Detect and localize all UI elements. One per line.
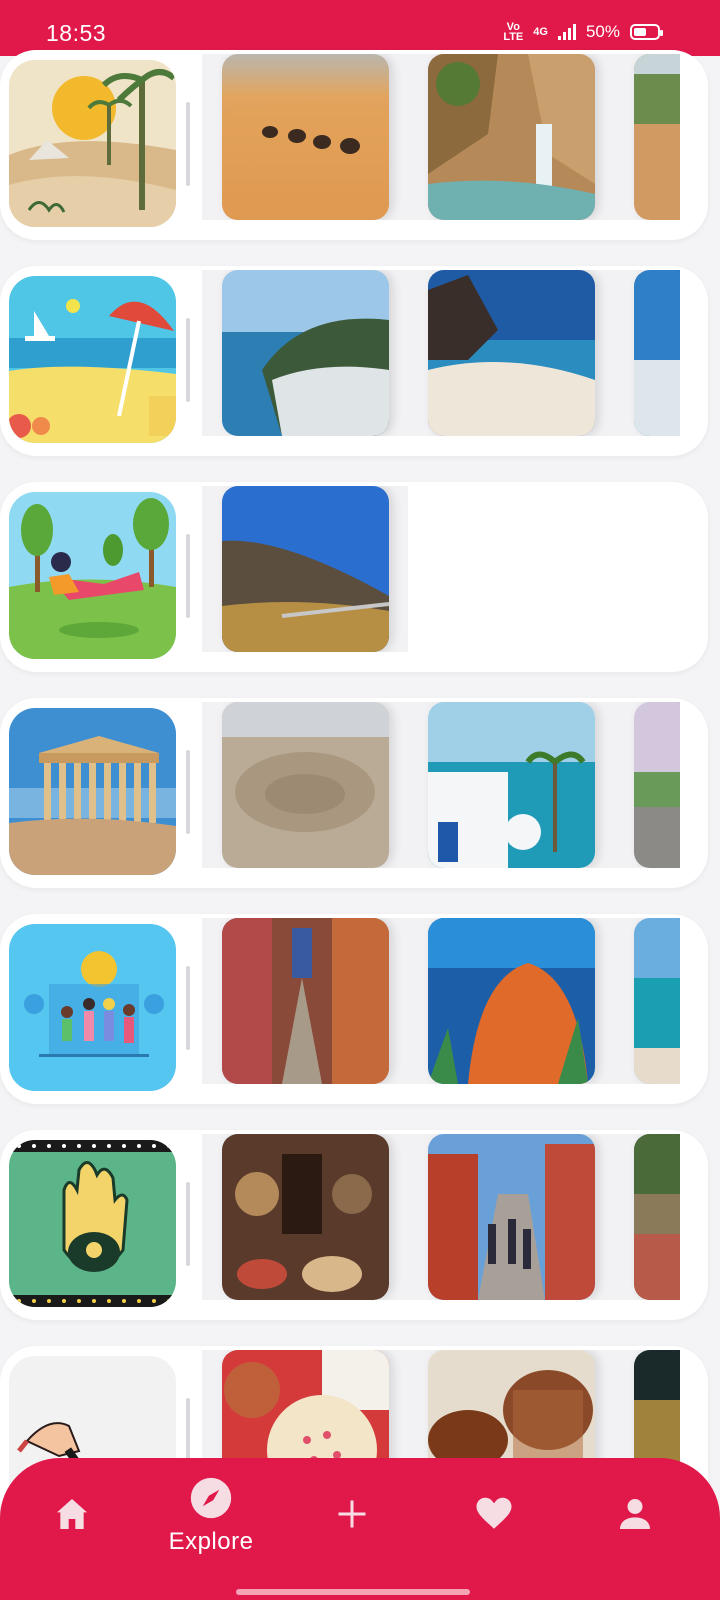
nav-favorites[interactable] [434, 1458, 554, 1600]
card-divider [186, 534, 190, 618]
battery-text: 50% [585, 22, 620, 41]
status-bar: 18:53 Vo LTE 4G 50% [0, 0, 720, 56]
card-divider [186, 966, 190, 1050]
nav-profile[interactable] [575, 1458, 695, 1600]
nav-explore-label: Explore [168, 1528, 254, 1555]
beach-category-image[interactable] [9, 276, 176, 443]
photo-strip[interactable] [202, 1134, 680, 1300]
coral-reef-photo[interactable] [428, 918, 595, 1084]
battery-icon [630, 24, 663, 40]
beach-rock-photo[interactable] [428, 270, 595, 436]
category-card[interactable] [0, 698, 708, 888]
oasis-photo[interactable] [634, 54, 680, 220]
market-street-photo[interactable] [428, 1134, 595, 1300]
waterfall-photo[interactable] [428, 54, 595, 220]
sea-photo[interactable] [634, 918, 680, 1084]
home-icon [57, 1499, 87, 1529]
category-card[interactable] [0, 266, 708, 456]
activities-category-image[interactable] [9, 924, 176, 1091]
category-card[interactable] [0, 914, 708, 1104]
status-time: 18:53 [46, 20, 107, 46]
card-divider [186, 1182, 190, 1266]
photo-strip[interactable] [202, 54, 680, 220]
plus-icon [338, 1500, 366, 1528]
network-type: 4G [533, 26, 548, 38]
photo-strip[interactable] [202, 270, 680, 436]
desert-category-image[interactable] [9, 60, 176, 227]
bazaar-photo[interactable] [634, 1134, 680, 1300]
category-card[interactable] [0, 482, 708, 672]
mountain-valley-photo[interactable] [222, 486, 389, 652]
nav-home[interactable] [12, 1458, 132, 1600]
volte-indicator: Vo LTE [503, 21, 524, 43]
desert-photo[interactable] [222, 54, 389, 220]
history-category-image[interactable] [9, 708, 176, 875]
compass-icon [190, 1477, 232, 1519]
souk-photo[interactable] [222, 918, 389, 1084]
shore-photo[interactable] [634, 270, 680, 436]
card-divider [186, 750, 190, 834]
nature-category-image[interactable] [9, 492, 176, 659]
avenue-photo[interactable] [634, 702, 680, 868]
photo-strip[interactable] [202, 918, 680, 1084]
status-icons: Vo LTE 4G 50% [503, 21, 663, 43]
handicrafts-shop-photo[interactable] [222, 1134, 389, 1300]
category-card[interactable] [0, 50, 708, 240]
profile-icon [620, 1499, 650, 1529]
photo-strip[interactable] [202, 702, 680, 868]
sidi-bou-said-photo[interactable] [428, 702, 595, 868]
card-divider [186, 102, 190, 186]
bottom-navigation: Explore [0, 1458, 720, 1600]
coast-town-photo[interactable] [222, 270, 389, 436]
nav-explore[interactable]: Explore [151, 1458, 271, 1600]
heart-icon [476, 1497, 512, 1529]
amphitheatre-photo[interactable] [222, 702, 389, 868]
home-indicator[interactable] [236, 1589, 470, 1595]
category-card[interactable] [0, 1130, 708, 1320]
nav-add[interactable] [292, 1458, 412, 1600]
crafts-category-image[interactable] [9, 1140, 176, 1307]
photo-strip[interactable] [202, 486, 408, 652]
card-divider [186, 318, 190, 402]
signal-icon [557, 24, 576, 40]
